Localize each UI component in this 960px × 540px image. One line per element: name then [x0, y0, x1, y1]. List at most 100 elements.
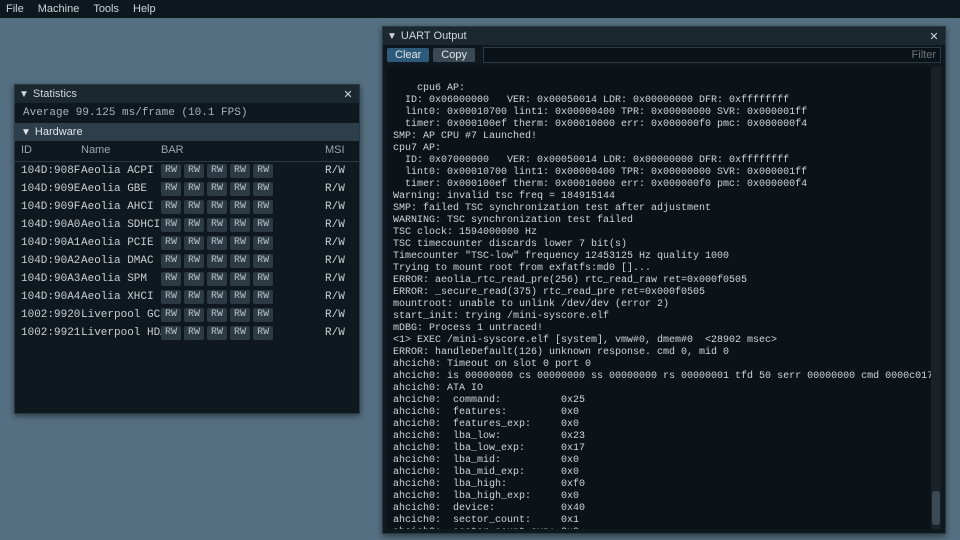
- bar-chip[interactable]: RW: [184, 218, 204, 232]
- device-bars: RWRWRWRWRW: [155, 162, 319, 181]
- device-name: Aeolia PCIE: [75, 234, 155, 252]
- device-name: Aeolia ACPI: [75, 162, 155, 181]
- device-msi: R/W: [319, 252, 359, 270]
- bar-chip[interactable]: RW: [184, 308, 204, 322]
- bar-chip[interactable]: RW: [253, 218, 273, 232]
- bar-chip[interactable]: RW: [253, 272, 273, 286]
- table-row: 104D:90A0Aeolia SDHCIRWRWRWRWRWR/W: [15, 216, 359, 234]
- filter-input[interactable]: Filter: [483, 47, 941, 63]
- bar-chip[interactable]: RW: [184, 200, 204, 214]
- statistics-titlebar[interactable]: ▼ Statistics ✕: [15, 85, 359, 103]
- bar-chip[interactable]: RW: [207, 290, 227, 304]
- bar-chip[interactable]: RW: [161, 236, 181, 250]
- col-header-name: Name: [75, 141, 155, 162]
- clear-button[interactable]: Clear: [387, 48, 429, 62]
- bar-chip[interactable]: RW: [207, 308, 227, 322]
- device-id: 104D:909E: [15, 180, 75, 198]
- bar-chip[interactable]: RW: [161, 254, 181, 268]
- device-msi: R/W: [319, 288, 359, 306]
- device-name: Aeolia SPM: [75, 270, 155, 288]
- bar-chip[interactable]: RW: [253, 326, 273, 340]
- collapse-icon[interactable]: ▼: [387, 31, 397, 42]
- bar-chip[interactable]: RW: [253, 182, 273, 196]
- bar-chip[interactable]: RW: [253, 164, 273, 178]
- device-msi: R/W: [319, 198, 359, 216]
- bar-chip[interactable]: RW: [161, 200, 181, 214]
- menu-help[interactable]: Help: [133, 3, 156, 15]
- device-id: 104D:909F: [15, 198, 75, 216]
- statistics-title: Statistics: [33, 88, 77, 100]
- bar-chip[interactable]: RW: [230, 218, 250, 232]
- scrollbar[interactable]: [931, 67, 941, 529]
- bar-chip[interactable]: RW: [207, 272, 227, 286]
- device-name: Aeolia DMAC: [75, 252, 155, 270]
- device-id: 104D:90A4: [15, 288, 75, 306]
- device-name: Aeolia XHCI: [75, 288, 155, 306]
- bar-chip[interactable]: RW: [207, 218, 227, 232]
- device-name: Aeolia AHCI: [75, 198, 155, 216]
- device-bars: RWRWRWRWRW: [155, 234, 319, 252]
- device-msi: R/W: [319, 162, 359, 181]
- bar-chip[interactable]: RW: [207, 182, 227, 196]
- bar-chip[interactable]: RW: [253, 308, 273, 322]
- bar-chip[interactable]: RW: [253, 236, 273, 250]
- bar-chip[interactable]: RW: [230, 254, 250, 268]
- bar-chip[interactable]: RW: [161, 308, 181, 322]
- bar-chip[interactable]: RW: [184, 326, 204, 340]
- uart-log[interactable]: cpu6 AP: ID: 0x06000000 VER: 0x00050014 …: [387, 67, 941, 529]
- bar-chip[interactable]: RW: [230, 272, 250, 286]
- table-row: 104D:909EAeolia GBERWRWRWRWRWR/W: [15, 180, 359, 198]
- device-name: Liverpool HDAC: [75, 324, 155, 342]
- bar-chip[interactable]: RW: [207, 164, 227, 178]
- bar-chip[interactable]: RW: [253, 254, 273, 268]
- collapse-icon[interactable]: ▼: [19, 89, 29, 100]
- bar-chip[interactable]: RW: [184, 272, 204, 286]
- bar-chip[interactable]: RW: [207, 254, 227, 268]
- scrollbar-thumb[interactable]: [932, 491, 940, 525]
- bar-chip[interactable]: RW: [184, 290, 204, 304]
- device-bars: RWRWRWRWRW: [155, 306, 319, 324]
- close-icon[interactable]: ✕: [927, 30, 941, 43]
- bar-chip[interactable]: RW: [161, 272, 181, 286]
- uart-title: UART Output: [401, 30, 467, 42]
- collapse-icon[interactable]: ▼: [21, 127, 31, 138]
- bar-chip[interactable]: RW: [230, 182, 250, 196]
- uart-titlebar[interactable]: ▼ UART Output ✕: [383, 27, 945, 45]
- bar-chip[interactable]: RW: [184, 254, 204, 268]
- bar-chip[interactable]: RW: [161, 218, 181, 232]
- device-msi: R/W: [319, 234, 359, 252]
- bar-chip[interactable]: RW: [184, 182, 204, 196]
- bar-chip[interactable]: RW: [207, 326, 227, 340]
- bar-chip[interactable]: RW: [230, 308, 250, 322]
- bar-chip[interactable]: RW: [161, 326, 181, 340]
- menu-machine[interactable]: Machine: [38, 3, 80, 15]
- bar-chip[interactable]: RW: [207, 200, 227, 214]
- bar-chip[interactable]: RW: [184, 236, 204, 250]
- menu-file[interactable]: File: [6, 3, 24, 15]
- bar-chip[interactable]: RW: [184, 164, 204, 178]
- bar-chip[interactable]: RW: [253, 290, 273, 304]
- device-id: 104D:90A3: [15, 270, 75, 288]
- bar-chip[interactable]: RW: [253, 200, 273, 214]
- bar-chip[interactable]: RW: [161, 290, 181, 304]
- table-row: 104D:908FAeolia ACPIRWRWRWRWRWR/W: [15, 162, 359, 181]
- device-id: 104D:90A2: [15, 252, 75, 270]
- device-bars: RWRWRWRWRW: [155, 270, 319, 288]
- bar-chip[interactable]: RW: [230, 164, 250, 178]
- hardware-section-header[interactable]: ▼ Hardware: [15, 123, 359, 141]
- device-id: 1002:9920: [15, 306, 75, 324]
- bar-chip[interactable]: RW: [230, 236, 250, 250]
- bar-chip[interactable]: RW: [161, 164, 181, 178]
- device-name: Liverpool GC: [75, 306, 155, 324]
- device-id: 104D:90A0: [15, 216, 75, 234]
- bar-chip[interactable]: RW: [230, 326, 250, 340]
- device-name: Aeolia SDHCI: [75, 216, 155, 234]
- bar-chip[interactable]: RW: [230, 200, 250, 214]
- table-row: 104D:90A2Aeolia DMACRWRWRWRWRWR/W: [15, 252, 359, 270]
- menu-tools[interactable]: Tools: [93, 3, 119, 15]
- bar-chip[interactable]: RW: [161, 182, 181, 196]
- copy-button[interactable]: Copy: [433, 48, 475, 62]
- close-icon[interactable]: ✕: [341, 88, 355, 101]
- bar-chip[interactable]: RW: [207, 236, 227, 250]
- bar-chip[interactable]: RW: [230, 290, 250, 304]
